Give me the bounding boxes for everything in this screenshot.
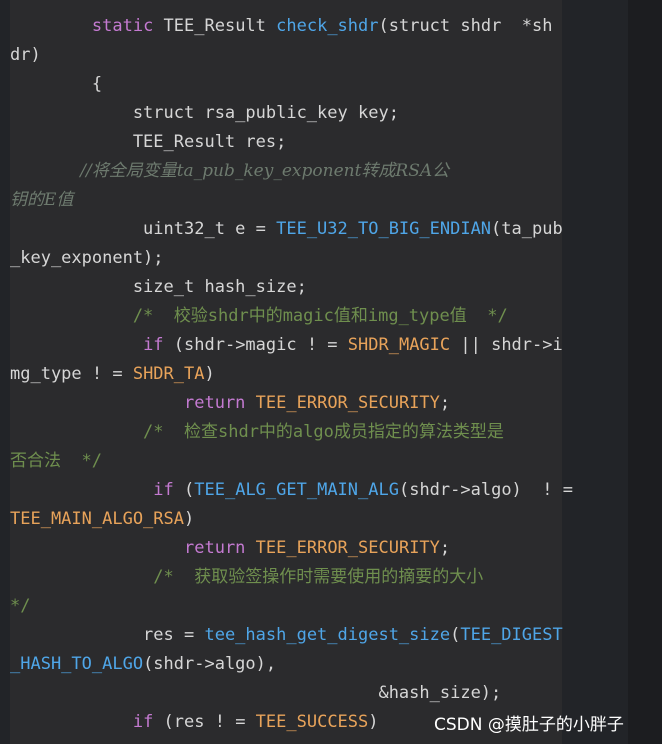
code-line: TEE_Result res; [10,128,562,157]
code-line: uint32_t e = TEE_U32_TO_BIG_ENDIAN(ta_pu… [10,215,563,244]
code-token: static [91,16,154,36]
code-line: /* 校验shdr中的magic值和img_type值 */ [10,302,562,331]
code-token: /* 检查shdr中的algo成员指定的算法类型是 [10,422,504,442]
code-line: if (TEE_ALG_GET_MAIN_ALG(shdr->algo) ! = [10,476,573,505]
code-token: _key_exponent); [10,248,164,268]
code-token: ) [184,509,195,529]
code-token: size_t hash_size; [10,277,307,297]
code-line: if (shdr->magic ! = SHDR_MAGIC || shdr->… [10,331,563,360]
code-token: mg_type ! = [10,364,133,384]
code-token: res = [10,625,205,645]
code-token: TEE_DIGEST [460,625,563,645]
code-token: //将全局变量ta_pub_key_exponent转成RSA公 [10,161,450,181]
code-token: (shdr->magic ! = [163,335,348,355]
code-token: TEE_MAIN_ALGO_RSA [10,509,184,529]
code-line: /* 获取验签操作时需要使用的摘要的大小 [10,563,562,592]
code-token: /* 获取验签操作时需要使用的摘要的大小 [10,567,484,587]
code-line: //将全局变量ta_pub_key_exponent转成RSA公 [10,157,562,186]
code-token: TEE_SUCCESS [255,712,369,732]
code-line: _key_exponent); [10,244,562,273]
code-token: TEE_ERROR_SECURITY [255,393,440,413]
code-token: ) [204,364,215,384]
code-token: SHDR_MAGIC [347,335,451,355]
code-line: { [10,70,562,99]
code-line: 否合法 */ [10,447,562,476]
code-token: tee_hash_get_digest_size [204,625,451,645]
code-line: return TEE_ERROR_SECURITY; [10,534,562,563]
code-line: */ [10,592,562,621]
code-token: TEE_Result [153,16,277,36]
screenshot-stage: static TEE_Result check_shdr(struct shdr… [0,0,662,744]
code-token: TEE_ERROR_SECURITY [255,538,440,558]
csdn-watermark: CSDN @摸肚子的小胖子 [434,715,624,735]
code-token: */ [10,596,31,616]
code-line: dr) [10,41,562,70]
code-token: || shdr->i [450,335,563,355]
code-token: (res ! = [153,712,256,732]
code-line: TEE_MAIN_ALGO_RSA) [10,505,562,534]
code-token: ( [173,480,195,500]
code-token: ; [439,538,451,558]
code-line: _HASH_TO_ALGO(shdr->algo), [10,650,562,679]
code-token: return [184,538,246,558]
code-line: /* 检查shdr中的algo成员指定的算法类型是 [10,418,562,447]
code-token: struct rsa_public_key key; [10,103,399,123]
code-token: (shdr->algo) ! = [398,480,573,500]
code-token: _HASH_TO_ALGO [10,654,144,674]
code-token: ( [450,625,461,645]
code-token: 钥的E值 [10,190,74,210]
code-token: (shdr->algo), [143,654,277,674]
code-token: (struct shdr *sh [378,16,553,36]
code-token: check_shdr [276,16,379,36]
code-token: (ta_pub [491,219,563,239]
code-token: if [143,335,164,355]
code-token: return [184,393,246,413]
code-token: TEE_Result res; [10,132,287,152]
code-token: &hash_size); [10,683,502,703]
code-line: res = tee_hash_get_digest_size(TEE_DIGES… [10,621,563,650]
code-token: if [132,712,154,732]
code-token: { [10,74,103,94]
code-token: TEE_U32_TO_BIG_ENDIAN [276,219,492,239]
code-line: struct rsa_public_key key; [10,99,562,128]
code-line: 钥的E值 [10,186,562,215]
code-line: static TEE_Result check_shdr(struct shdr… [10,12,562,41]
code-line: &hash_size); [10,679,562,708]
code-token: dr) [10,45,41,65]
code-token: /* 校验shdr中的magic值和img_type值 */ [10,306,508,326]
code-line: mg_type ! = SHDR_TA) [10,360,562,389]
code-token: TEE_ALG_GET_MAIN_ALG [194,480,399,500]
code-token: uint32_t e = [10,219,277,239]
code-line: return TEE_ERROR_SECURITY; [10,389,562,418]
code-token: 否合法 */ [10,451,102,471]
code-token: ; [439,393,451,413]
side-gutter [628,0,662,744]
code-token: SHDR_TA [132,364,205,384]
code-token: ) [368,712,379,732]
code-listing: static TEE_Result check_shdr(struct shdr… [10,12,573,737]
code-line: size_t hash_size; [10,273,562,302]
code-token: if [153,480,174,500]
